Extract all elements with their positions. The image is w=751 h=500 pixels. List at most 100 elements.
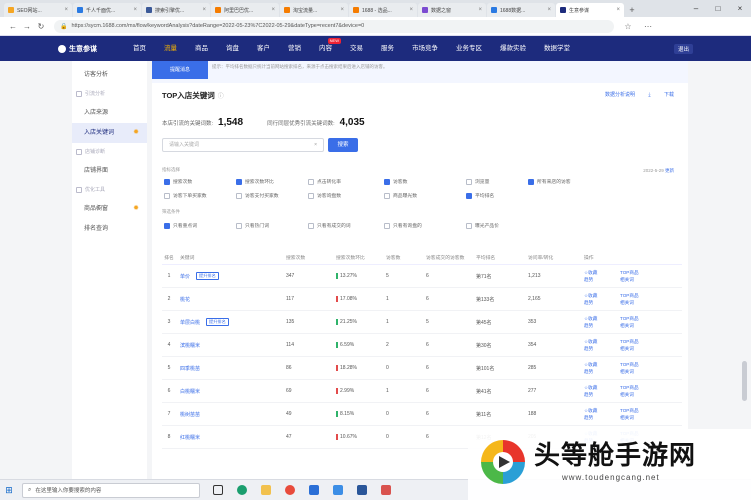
store-icon[interactable] <box>302 482 326 499</box>
tab-close-icon[interactable]: × <box>64 7 68 13</box>
nav-item[interactable]: 首页 <box>124 36 155 61</box>
tab-close-icon[interactable]: × <box>616 7 620 13</box>
filter-checkbox[interactable]: 只看重点词 <box>164 222 197 229</box>
maximize-icon[interactable]: □ <box>707 4 729 13</box>
nav-item[interactable]: 市场竞争 <box>403 36 447 61</box>
sidebar-item[interactable]: 店铺界面 <box>72 161 147 181</box>
tab-close-icon[interactable]: × <box>478 7 482 13</box>
trend-link[interactable]: 趋势 <box>584 276 620 283</box>
task-view-icon[interactable] <box>206 482 230 499</box>
filter-checkbox[interactable]: 搜索次数 <box>164 178 192 185</box>
search-button[interactable]: 搜索 <box>328 138 358 152</box>
related-words-link[interactable]: 相关词 <box>620 276 656 283</box>
trend-link[interactable]: 趋势 <box>584 322 620 329</box>
filter-checkbox[interactable]: 访客支付买家数 <box>236 192 279 199</box>
browser-tab[interactable]: 1688 - 选品... × <box>349 3 417 17</box>
favorite-link[interactable]: ☆收藏 <box>584 315 620 322</box>
notice-button[interactable]: 提醒消息 <box>152 61 208 79</box>
trend-link[interactable]: 趋势 <box>584 414 620 421</box>
sidebar-item[interactable]: 访客分析 <box>72 65 147 85</box>
sidebar-item[interactable]: 入店关键词 ✹ <box>72 123 147 143</box>
favorite-link[interactable]: ☆收藏 <box>584 407 620 414</box>
reload-icon[interactable]: ↻ <box>34 22 48 31</box>
filter-checkbox[interactable]: 曝光产品价 <box>466 222 499 229</box>
nav-item[interactable]: 交易 <box>341 36 372 61</box>
scrollbar[interactable] <box>742 361 747 401</box>
minimize-icon[interactable]: – <box>685 4 707 13</box>
user-menu[interactable]: 退出 <box>673 44 693 54</box>
keyword-link[interactable]: 桃树苗苗 <box>180 411 200 418</box>
top-goods-link[interactable]: TOP商品 <box>620 384 656 391</box>
keyword-link[interactable]: 滨桃糯米 <box>180 342 200 349</box>
file-explorer-icon[interactable] <box>254 482 278 499</box>
related-words-link[interactable]: 相关词 <box>620 368 656 375</box>
filter-checkbox[interactable]: 只看有询盘的 <box>384 222 422 229</box>
forward-icon[interactable]: → <box>20 22 34 31</box>
app-icon[interactable] <box>374 482 398 499</box>
download-link[interactable]: ⤓ 下载 <box>648 92 674 98</box>
related-words-link[interactable]: 相关词 <box>620 391 656 398</box>
back-icon[interactable]: ← <box>6 22 20 31</box>
nav-item[interactable]: 商品 <box>186 36 217 61</box>
nav-item[interactable]: 服务 <box>372 36 403 61</box>
filter-checkbox[interactable]: 商品曝光数 <box>384 192 417 199</box>
keyword-link[interactable]: 红桃糯米 <box>180 434 200 441</box>
sidebar-item[interactable]: 商品橱窗 ✹ <box>72 199 147 219</box>
related-words-link[interactable]: 相关词 <box>620 322 656 329</box>
favorite-link[interactable]: ☆收藏 <box>584 269 620 276</box>
filter-checkbox[interactable]: 所有来店的访客 <box>528 178 571 185</box>
nav-item[interactable]: 数据学堂 <box>535 36 579 61</box>
url-field[interactable]: 🔒 https://sycm.1688.com/ms/flow/keywordA… <box>54 19 614 33</box>
keyword-link[interactable]: 白桃糯米 <box>180 388 200 395</box>
column-header[interactable]: 关键词 <box>176 254 286 261</box>
column-header[interactable]: 搜索次数 <box>286 254 336 261</box>
help-icon[interactable]: ⓘ <box>218 94 224 100</box>
related-words-link[interactable]: 相关词 <box>620 414 656 421</box>
filter-checkbox[interactable]: 访客询盘数 <box>308 192 341 199</box>
column-header[interactable]: 访问率/转化 <box>528 254 584 261</box>
boost-rank-tag[interactable]: 提升排名 <box>206 318 229 326</box>
top-goods-link[interactable]: TOP商品 <box>620 269 656 276</box>
browser-tab[interactable]: 淘宝流量... × <box>280 3 348 17</box>
clear-icon[interactable]: × <box>314 139 317 151</box>
filter-checkbox[interactable]: 只看热门词 <box>236 222 269 229</box>
nav-item[interactable]: 爆款实验 <box>491 36 535 61</box>
nav-item[interactable]: 营销 <box>279 36 310 61</box>
taskbar-search[interactable]: ⌕ 在这里输入你要搜索的内容 <box>22 482 200 498</box>
top-goods-link[interactable]: TOP商品 <box>620 292 656 299</box>
browser-tab[interactable]: 搜索引擎优... × <box>142 3 210 17</box>
filter-checkbox[interactable]: 访客数 <box>384 178 407 185</box>
trend-link[interactable]: 趋势 <box>584 368 620 375</box>
top-goods-link[interactable]: TOP商品 <box>620 315 656 322</box>
keyword-link[interactable]: 四季桃苗 <box>180 365 200 372</box>
column-header[interactable]: 搜索次数环比 <box>336 254 386 261</box>
new-tab-button[interactable]: + <box>625 3 639 17</box>
mail-icon[interactable] <box>326 482 350 499</box>
browser-tab[interactable]: 千人千面优... × <box>73 3 141 17</box>
browser-tab[interactable]: 阿里巴巴优... × <box>211 3 279 17</box>
filter-checkbox[interactable]: 平均排名 <box>466 192 494 199</box>
favorite-link[interactable]: ☆收藏 <box>584 361 620 368</box>
trend-link[interactable]: 趋势 <box>584 391 620 398</box>
browser-tab[interactable]: 生意参谋 × <box>556 3 624 17</box>
nav-item[interactable]: 内容 NEW <box>310 36 341 61</box>
boost-rank-tag[interactable]: 提升排名 <box>196 272 219 280</box>
keyword-link[interactable]: 桃花 <box>180 296 190 303</box>
browser-tab[interactable]: SEO网站... × <box>4 3 72 17</box>
nav-item[interactable]: 客户 <box>248 36 279 61</box>
favorite-link[interactable]: ☆收藏 <box>584 292 620 299</box>
keyword-search-input[interactable]: 请输入关键词 × <box>162 138 324 152</box>
top-goods-link[interactable]: TOP商品 <box>620 361 656 368</box>
filter-checkbox[interactable]: 搜索次数环比 <box>236 178 274 185</box>
edge-browser-icon[interactable] <box>230 482 254 499</box>
word-icon[interactable] <box>350 482 374 499</box>
tab-close-icon[interactable]: × <box>547 7 551 13</box>
keyword-link[interactable]: 单层白桃 <box>180 319 200 326</box>
favorite-link[interactable]: ☆收藏 <box>584 384 620 391</box>
sidebar-item[interactable]: 排名查询 <box>72 219 147 239</box>
tab-close-icon[interactable]: × <box>409 7 413 13</box>
column-header[interactable]: 访客数 <box>386 254 426 261</box>
extensions-icon[interactable]: ⋯ <box>642 22 654 31</box>
related-words-link[interactable]: 相关词 <box>620 299 656 306</box>
windows-start-icon[interactable]: ⊞ <box>0 485 18 496</box>
